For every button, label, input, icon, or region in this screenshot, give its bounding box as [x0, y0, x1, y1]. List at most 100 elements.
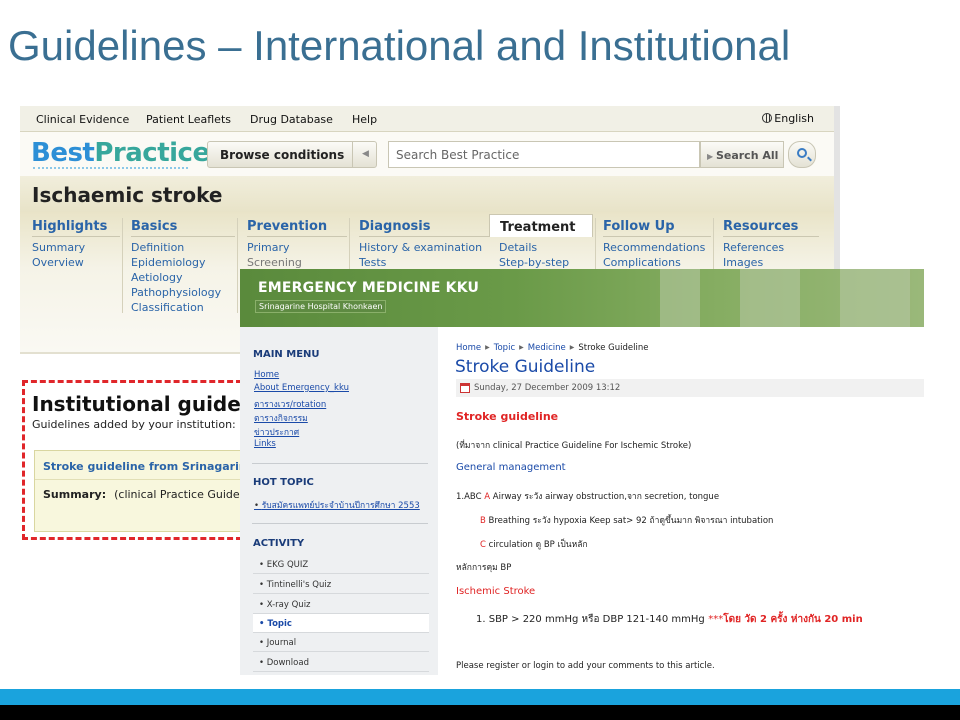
logo-practice: Practice — [94, 138, 210, 168]
tab-link[interactable]: Definition — [131, 240, 235, 255]
tab-heading[interactable]: Follow Up — [603, 214, 711, 237]
search-input[interactable]: Search Best Practice — [388, 141, 700, 168]
sbp-text: 1. SBP > 220 mmHg หรือ DBP 121-140 mmHg — [476, 614, 705, 625]
tab-link[interactable]: Complications — [603, 255, 711, 270]
tab-heading[interactable]: Treatment — [489, 214, 593, 237]
bullet-icon: • — [259, 560, 267, 570]
activity-label: Tintinelli's Quiz — [266, 580, 332, 590]
tab-link[interactable]: Pathophysiology — [131, 285, 235, 300]
stroke-guideline-heading: Stroke guideline — [456, 410, 559, 423]
tab-link[interactable]: Summary — [32, 240, 120, 255]
tab-link[interactable]: Classification — [131, 300, 235, 315]
bestpractice-logo[interactable]: BestPractice — [31, 138, 210, 168]
search-all-label: Search All — [715, 149, 779, 162]
tab-link[interactable]: Details — [489, 240, 593, 255]
hot-topic-label: รับสมัครแพทย์ประจำบ้านปีการศึกษา 2553 — [261, 501, 420, 511]
hot-topic-heading: HOT TOPIC — [253, 477, 314, 488]
tab-link[interactable]: Recommendations — [603, 240, 711, 255]
tab-divider — [237, 218, 238, 313]
tab-heading[interactable]: Highlights — [32, 214, 120, 237]
tab-heading[interactable]: Basics — [131, 214, 235, 237]
menu-about[interactable]: About Emergency_kku — [254, 383, 349, 393]
sbp-measure-note: โดย วัด 2 ครั้ง ห่างกัน 20 min — [723, 614, 863, 625]
footer-blue-bar — [0, 689, 960, 705]
chevron-right-icon: ▶ — [519, 344, 524, 351]
abc-airway: 1.ABC A Airway ระวัง airway obstruction,… — [456, 489, 719, 503]
source-line: (ที่มาจาก clinical Practice Guideline Fo… — [456, 441, 692, 451]
activity-label: Journal — [266, 638, 297, 648]
activity-topic[interactable]: • Topic — [253, 614, 429, 633]
activity-ekg-quiz[interactable]: • EKG QUIZ — [253, 555, 429, 574]
breadcrumb-topic[interactable]: Topic — [494, 343, 515, 353]
highlight-dashed-border — [22, 380, 25, 540]
main-menu-heading: MAIN MENU — [253, 349, 320, 360]
nav-clinical-evidence[interactable]: Clinical Evidence — [36, 113, 129, 126]
tab-basics: Basics Definition Epidemiology Aetiology… — [131, 214, 235, 315]
search-all-button[interactable]: ▶ Search All — [700, 141, 784, 168]
logo-best: Best — [31, 138, 95, 168]
language-selector[interactable]: English — [762, 112, 814, 125]
breadcrumb-home[interactable]: Home — [456, 343, 481, 353]
abc-circulation: C circulation ดู BP เป็นหลัก — [480, 537, 588, 551]
chevron-right-icon: ▶ — [485, 344, 490, 351]
nav-patient-leaflets[interactable]: Patient Leaflets — [146, 113, 231, 126]
banner-photo — [740, 269, 800, 327]
abc-letter-a: A — [484, 492, 491, 502]
top-navigation: Clinical Evidence Patient Leaflets Drug … — [20, 106, 834, 132]
abc-letter-c: C — [480, 540, 486, 550]
bullet-icon: • — [259, 600, 267, 610]
breadcrumb-medicine[interactable]: Medicine — [528, 343, 566, 353]
menu-rotation[interactable]: ตารางเวร/rotation — [254, 397, 326, 411]
activity-label: Topic — [267, 619, 292, 629]
activity-journal[interactable]: • Journal — [253, 633, 429, 652]
menu-home[interactable]: Home — [254, 370, 279, 380]
activity-label: EKG QUIZ — [266, 560, 309, 570]
banner-photo — [660, 269, 700, 327]
summary-label: Summary: — [43, 488, 107, 501]
guideline-summary: Summary: (clinical Practice Guidel — [43, 488, 243, 501]
tab-heading[interactable]: Resources — [723, 214, 819, 237]
tab-link[interactable]: Tests — [359, 255, 489, 270]
tab-link[interactable]: Primary — [247, 240, 347, 255]
tab-link[interactable]: Aetiology — [131, 270, 235, 285]
menu-activities[interactable]: ตารางกิจกรรม — [254, 411, 308, 425]
tab-link[interactable]: Epidemiology — [131, 255, 235, 270]
breadcrumb-current: Stroke Guideline — [578, 343, 649, 353]
guideline-link[interactable]: Stroke guideline from Srinagarine H — [43, 460, 267, 473]
sidebar-divider — [252, 523, 428, 524]
activity-download[interactable]: • Download — [253, 653, 429, 672]
general-management-heading: General management — [456, 462, 566, 473]
sbp-criteria: 1. SBP > 220 mmHg หรือ DBP 121-140 mmHg … — [476, 612, 863, 627]
menu-links[interactable]: Links — [254, 439, 276, 449]
chevron-right-icon: ▶ — [569, 344, 575, 351]
activity-xray-quiz[interactable]: • X-ray Quiz — [253, 595, 429, 614]
tab-link[interactable]: Screening — [247, 255, 347, 270]
tab-link[interactable]: Images — [723, 255, 819, 270]
globe-icon — [762, 113, 773, 123]
slide-title: Guidelines – International and Instituti… — [8, 22, 791, 69]
tab-heading[interactable]: Prevention — [247, 214, 347, 237]
tab-link[interactable]: History & examination — [359, 240, 489, 255]
abc-breathing: B Breathing ระวัง hypoxia Keep sat> 92 ถ… — [480, 513, 773, 527]
abc-prefix: 1.ABC — [456, 492, 482, 502]
menu-news[interactable]: ข่าวประกาศ — [254, 425, 299, 439]
slide: Guidelines – International and Instituti… — [0, 0, 960, 720]
back-arrow-icon[interactable]: ◀ — [352, 141, 378, 168]
activity-heading: ACTIVITY — [253, 538, 305, 549]
tab-link[interactable]: Overview — [32, 255, 120, 270]
abc-airway-text: Airway ระวัง airway obstruction,จาก secr… — [492, 492, 720, 502]
summary-text: (clinical Practice Guidel — [114, 488, 243, 501]
tab-heading[interactable]: Diagnosis — [359, 214, 489, 237]
site-subtitle: Srinagarine Hospital Khonkaen — [255, 300, 387, 313]
abc-letter-b: B — [480, 516, 486, 526]
hot-topic-link[interactable]: • รับสมัครแพทย์ประจำบ้านปีการศึกษา 2553 — [254, 498, 420, 512]
nav-help[interactable]: Help — [352, 113, 377, 126]
activity-tintinelli-quiz[interactable]: • Tintinelli's Quiz — [253, 575, 429, 594]
tab-treatment: Treatment Details Step-by-step — [489, 214, 593, 270]
tab-link[interactable]: References — [723, 240, 819, 255]
nav-drug-database[interactable]: Drug Database — [250, 113, 333, 126]
bullet-icon: • — [254, 501, 262, 511]
tab-link[interactable]: Step-by-step — [489, 255, 593, 270]
bp-principle: หลักการคุม BP — [456, 563, 512, 573]
search-button[interactable] — [788, 141, 816, 168]
